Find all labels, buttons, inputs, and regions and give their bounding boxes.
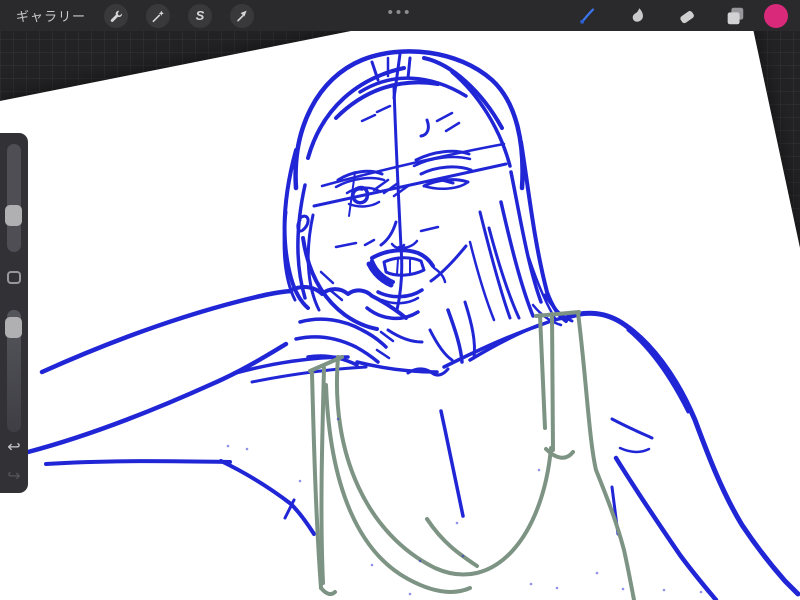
eraser-tool-button[interactable] xyxy=(675,4,699,28)
gallery-button[interactable]: ギャラリー xyxy=(16,6,86,25)
paint-speckle xyxy=(461,554,465,558)
drawing-canvas[interactable] xyxy=(0,0,800,600)
magic-wand-icon xyxy=(152,10,164,22)
paint-speckle xyxy=(336,417,340,421)
undo-button[interactable]: ↩ xyxy=(0,440,28,456)
redo-button[interactable]: ↪ xyxy=(0,469,28,485)
brush-size-handle[interactable] xyxy=(5,205,22,226)
sidebar: ↩ ↪ xyxy=(0,133,28,493)
eraser-icon xyxy=(680,10,694,23)
layers-button[interactable] xyxy=(723,4,747,28)
canvas-overflow-dots[interactable]: ••• xyxy=(388,0,413,31)
sketch-stroke xyxy=(396,258,399,275)
paintbrush-icon xyxy=(580,7,595,24)
paint-speckle xyxy=(621,587,625,591)
layers-icon xyxy=(727,7,744,24)
toolbar-left-group: ギャラリー S xyxy=(0,3,255,28)
adjustments-button[interactable] xyxy=(146,3,171,28)
transform-button[interactable] xyxy=(230,3,255,28)
s-ribbon-icon: S xyxy=(195,8,205,23)
paint-speckle xyxy=(245,447,249,451)
color-swatch-button[interactable] xyxy=(764,3,788,28)
selection-button[interactable]: S xyxy=(188,3,213,28)
paint-speckle xyxy=(537,468,541,472)
paint-speckle xyxy=(298,479,302,483)
paint-speckle xyxy=(370,563,374,567)
opacity-handle[interactable] xyxy=(5,317,22,338)
paint-speckle xyxy=(595,571,599,575)
paint-speckle xyxy=(408,592,412,596)
sketch-stroke xyxy=(550,312,555,452)
sketch-stroke xyxy=(319,366,326,585)
arrow-cursor-icon xyxy=(237,10,247,21)
toolbar-right-group xyxy=(575,0,788,31)
smudge-tool-button[interactable] xyxy=(625,4,649,28)
paint-speckle xyxy=(226,444,230,448)
paint-speckle xyxy=(555,586,559,590)
brush-size-slider[interactable] xyxy=(7,144,21,252)
actions-button[interactable] xyxy=(104,3,129,28)
paint-speckle xyxy=(529,582,533,586)
modify-button[interactable] xyxy=(7,271,21,284)
color-swatch xyxy=(764,3,788,28)
top-toolbar: ギャラリー S ••• xyxy=(0,0,800,31)
paint-tool-button[interactable] xyxy=(575,4,599,28)
paint-speckle xyxy=(662,588,666,592)
paint-speckle xyxy=(455,521,459,525)
paint-speckle xyxy=(418,559,422,563)
wrench-icon xyxy=(110,10,123,22)
procreate-app: ギャラリー S ••• ↩ ↪ xyxy=(0,0,800,600)
paint-speckle xyxy=(699,590,703,594)
smudge-finger-icon xyxy=(632,7,643,22)
sketch-stroke xyxy=(406,56,412,80)
